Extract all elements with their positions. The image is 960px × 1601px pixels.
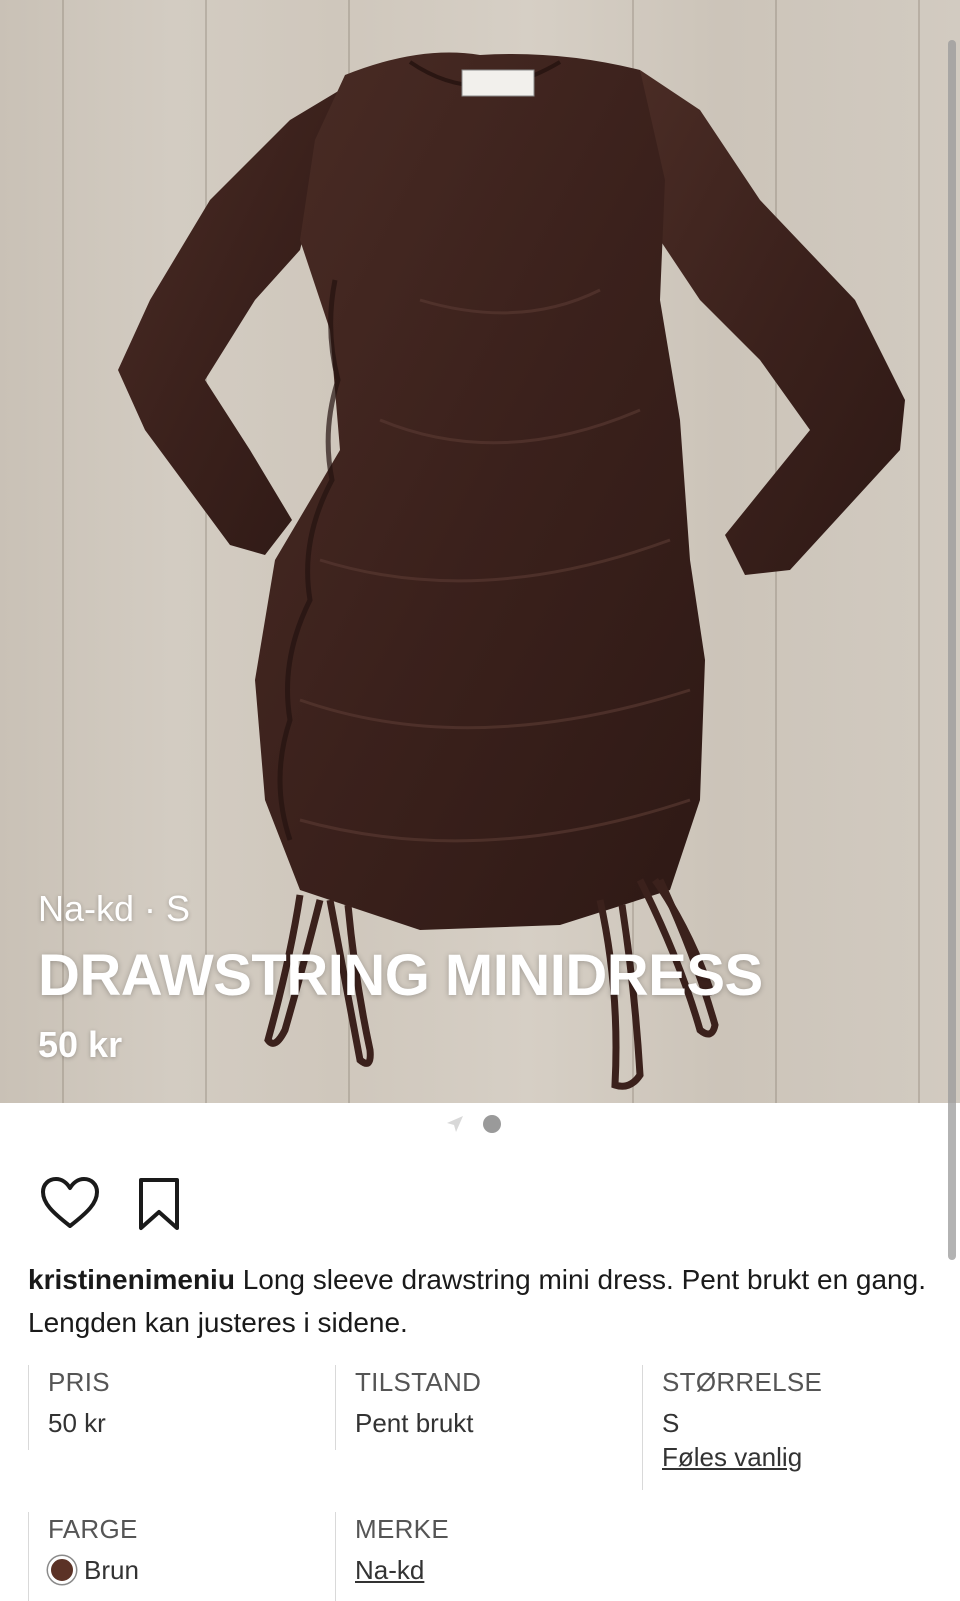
pager-dot-active[interactable]: [483, 1115, 501, 1133]
brand-link[interactable]: Na-kd: [355, 1553, 642, 1587]
color-value: Brun: [84, 1555, 139, 1585]
detail-color: FARGE Brun: [28, 1512, 335, 1601]
image-pager[interactable]: [445, 1114, 501, 1134]
size-value: S: [662, 1408, 680, 1438]
condition-label: TILSTAND: [355, 1367, 482, 1397]
listing-price: 50 kr: [38, 1024, 123, 1065]
color-value-row: Brun: [48, 1553, 335, 1587]
location-arrow-icon: [447, 1116, 463, 1132]
action-bar: [40, 1176, 184, 1232]
bookmark-icon[interactable]: [134, 1176, 184, 1232]
brand-label: MERKE: [355, 1514, 449, 1544]
price-label: PRIS: [48, 1367, 110, 1397]
detail-brand: MERKE Na-kd: [335, 1512, 642, 1601]
color-swatch: [48, 1556, 76, 1585]
price-value: 50 kr: [48, 1408, 106, 1438]
description: kristinenimeniu Long sleeve drawstring m…: [28, 1258, 933, 1344]
condition-value: Pent brukt: [355, 1408, 474, 1438]
product-image[interactable]: Na-kd · S DRAWSTRING MINIDRESS 50 kr: [0, 0, 960, 1103]
color-label: FARGE: [48, 1514, 138, 1544]
size-label: STØRRELSE: [662, 1367, 823, 1397]
heart-icon[interactable]: [40, 1176, 100, 1230]
detail-condition: TILSTAND Pent brukt: [335, 1365, 642, 1450]
seller-username[interactable]: kristinenimeniu: [28, 1264, 235, 1295]
listing-title: DRAWSTRING MINIDRESS: [38, 943, 763, 1008]
scrollbar[interactable]: [948, 40, 956, 1260]
detail-size: STØRRELSE S Føles vanlig: [642, 1365, 933, 1490]
dress-photo: [118, 52, 905, 1090]
detail-price: PRIS 50 kr: [28, 1365, 335, 1450]
size-fit-link[interactable]: Føles vanlig: [662, 1440, 933, 1474]
brand-size-label: Na-kd · S: [38, 888, 191, 929]
